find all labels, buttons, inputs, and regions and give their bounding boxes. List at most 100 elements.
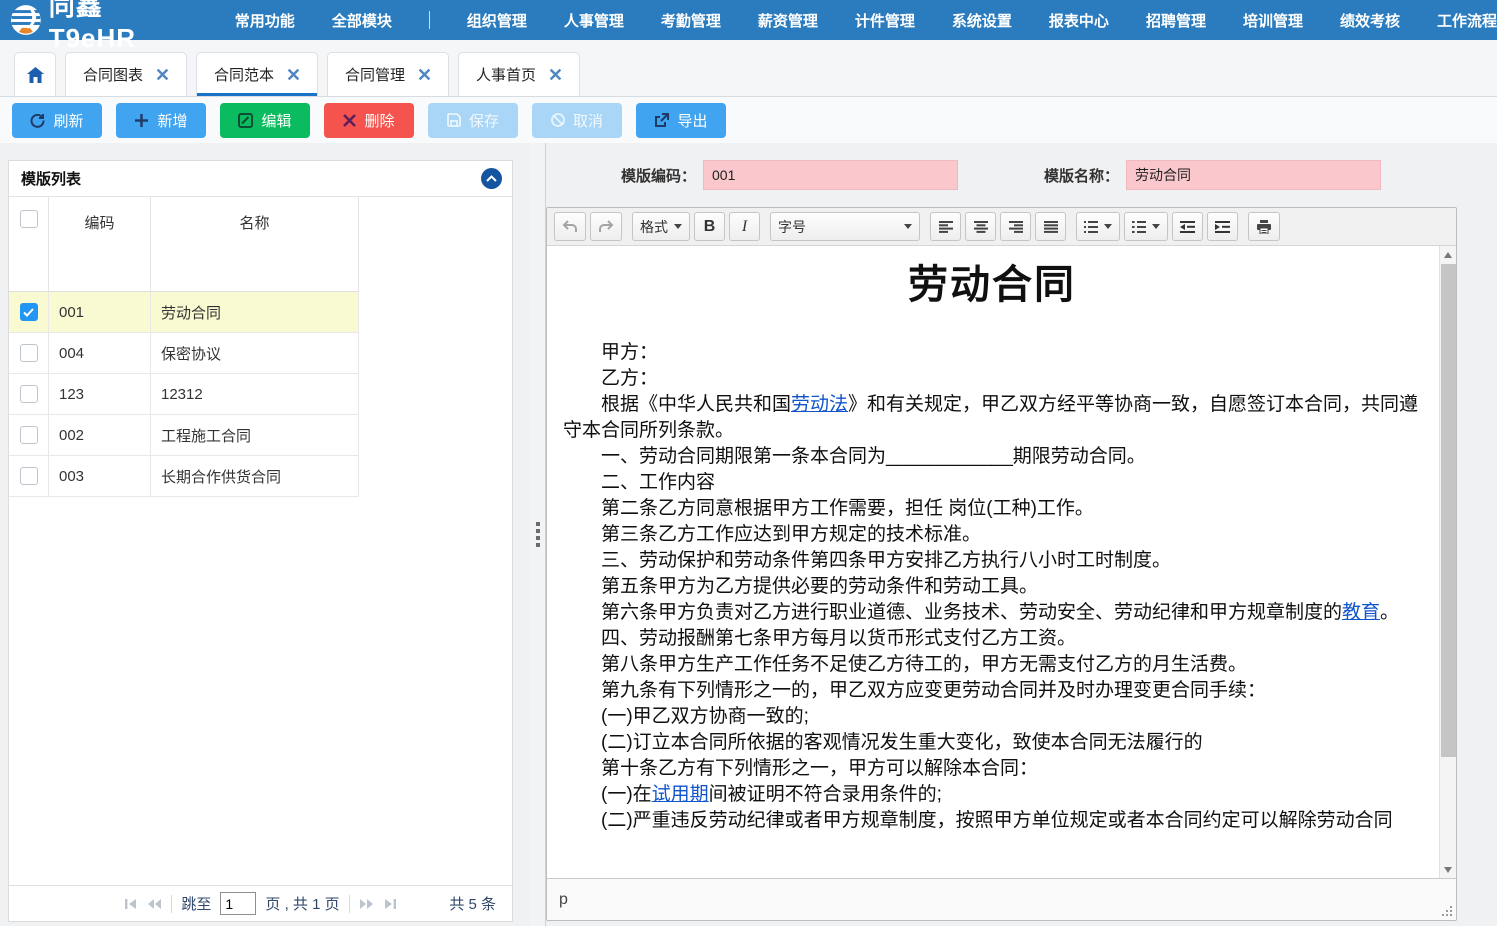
brand-logo[interactable]: 同鑫T9eHR [10, 0, 189, 54]
row-name-cell: 长期合作供货合同 [151, 456, 359, 496]
nav-item-8[interactable]: 报表中心 [1049, 10, 1109, 31]
tab-close-icon[interactable] [418, 68, 431, 81]
outdent-button[interactable] [1172, 212, 1203, 241]
scroll-up-button[interactable] [1440, 246, 1456, 263]
refresh-icon [30, 113, 45, 128]
nav-item-10[interactable]: 培训管理 [1243, 10, 1303, 31]
nav-item-3[interactable]: 人事管理 [564, 10, 624, 31]
plus-icon [134, 113, 149, 128]
nav-item-7[interactable]: 系统设置 [952, 10, 1012, 31]
doc-paragraph: 一、劳动合同期限第一条本合同为____________期限劳动合同。 [563, 444, 1421, 470]
bullet-list-button[interactable] [1076, 212, 1120, 241]
check-icon [23, 308, 34, 317]
resize-grip-icon[interactable] [1441, 905, 1452, 916]
doc-paragraph: 第六条甲方负责对乙方进行职业道德、业务技术、劳动安全、劳动纪律和甲方规章制度的教… [563, 600, 1421, 626]
nav-item-9[interactable]: 招聘管理 [1146, 10, 1206, 31]
editor-content-area[interactable]: 劳动合同 甲方：乙方：根据《中华人民共和国劳动法》和有关规定，甲乙双方经平等协商… [547, 246, 1456, 878]
row-checkbox[interactable] [20, 303, 38, 321]
tab-home[interactable] [14, 52, 56, 96]
edit-button[interactable]: 编辑 [220, 103, 310, 138]
align-center-button[interactable] [965, 212, 996, 241]
fontsize-dropdown[interactable]: 字号 [770, 212, 920, 241]
panel-splitter[interactable] [530, 143, 546, 926]
scroll-down-button[interactable] [1440, 861, 1456, 878]
cancel-button[interactable]: 取消 [532, 103, 622, 138]
table-row[interactable]: 001劳动合同 [9, 292, 359, 333]
table-row[interactable]: 002工程施工合同 [9, 415, 359, 456]
template-code-field[interactable] [703, 160, 958, 190]
triangle-down-icon [1444, 867, 1452, 873]
nav-item-6[interactable]: 计件管理 [855, 10, 915, 31]
document-body[interactable]: 劳动合同 甲方：乙方：根据《中华人民共和国劳动法》和有关规定，甲乙双方经平等协商… [547, 246, 1439, 878]
chevron-down-icon [1152, 224, 1160, 229]
tab-close-icon[interactable] [156, 68, 169, 81]
table-row[interactable]: 003长期合作供货合同 [9, 456, 359, 497]
save-icon [447, 113, 461, 127]
action-toolbar: 刷新 新增 编辑 删除 保存 [0, 97, 1497, 143]
nav-item-2[interactable]: 组织管理 [467, 10, 527, 31]
align-right-button[interactable] [1000, 212, 1031, 241]
page-number-input[interactable] [220, 892, 256, 915]
tab-close-icon[interactable] [287, 68, 300, 81]
tab-合同范本[interactable]: 合同范本 [196, 52, 318, 96]
export-button[interactable]: 导出 [636, 103, 726, 138]
nav-item-4[interactable]: 考勤管理 [661, 10, 721, 31]
collapse-panel-button[interactable] [481, 168, 502, 189]
nav-item-12[interactable]: 工作流程 [1437, 10, 1497, 31]
row-name-cell: 劳动合同 [151, 292, 359, 332]
doc-link[interactable]: 劳动法 [791, 394, 848, 415]
nav-item-11[interactable]: 绩效考核 [1340, 10, 1400, 31]
first-page-icon[interactable] [124, 898, 138, 910]
save-button[interactable]: 保存 [428, 103, 518, 138]
doc-paragraph: 根据《中华人民共和国劳动法》和有关规定，甲乙双方经平等协商一致，自愿签订本合同，… [563, 392, 1421, 444]
italic-button[interactable]: I [729, 212, 760, 241]
nav-item-0[interactable]: 常用功能 [235, 10, 295, 31]
element-path-label: p [559, 891, 568, 909]
last-page-icon[interactable] [383, 898, 397, 910]
align-left-button[interactable] [930, 212, 961, 241]
format-dropdown[interactable]: 格式 [632, 212, 690, 241]
row-checkbox[interactable] [20, 344, 38, 362]
doc-link[interactable]: 教育 [1342, 602, 1380, 623]
column-header-code[interactable]: 编码 [49, 197, 151, 291]
panel-header: 模版列表 [9, 161, 512, 197]
numbered-list-icon [1132, 221, 1146, 233]
numbered-list-button[interactable] [1124, 212, 1168, 241]
table-row[interactable]: 004保密协议 [9, 333, 359, 374]
tab-合同图表[interactable]: 合同图表 [65, 52, 187, 96]
column-header-name[interactable]: 名称 [151, 197, 359, 291]
doc-link[interactable]: 试用期 [652, 784, 709, 805]
brand-name: 同鑫T9eHR [49, 0, 189, 54]
scrollbar-thumb[interactable] [1441, 264, 1456, 757]
tab-close-icon[interactable] [549, 68, 562, 81]
tab-人事首页[interactable]: 人事首页 [458, 52, 580, 96]
bold-button[interactable]: B [694, 212, 725, 241]
undo-button[interactable] [554, 212, 586, 241]
editor-status-bar: p [547, 878, 1456, 920]
table-row[interactable]: 12312312 [9, 374, 359, 415]
undo-icon [562, 220, 578, 233]
next-page-icon[interactable] [359, 898, 374, 910]
editor-scrollbar[interactable] [1439, 246, 1456, 878]
nav-item-1[interactable]: 全部模块 [332, 10, 392, 31]
row-checkbox[interactable] [20, 467, 38, 485]
row-checkbox[interactable] [20, 385, 38, 403]
indent-button[interactable] [1207, 212, 1238, 241]
select-all-checkbox[interactable] [20, 210, 38, 228]
nav-item-5[interactable]: 薪资管理 [758, 10, 818, 31]
template-name-field[interactable] [1126, 160, 1381, 190]
redo-button[interactable] [590, 212, 622, 241]
add-button[interactable]: 新增 [116, 103, 206, 138]
doc-paragraph: 第十条乙方有下列情形之一，甲方可以解除本合同： [563, 756, 1421, 782]
doc-paragraph: (一)甲乙双方协商一致的; [563, 704, 1421, 730]
prev-page-icon[interactable] [147, 898, 162, 910]
align-justify-button[interactable] [1035, 212, 1066, 241]
refresh-button[interactable]: 刷新 [12, 103, 102, 138]
row-checkbox[interactable] [20, 426, 38, 444]
delete-button[interactable]: 删除 [324, 103, 414, 138]
tab-合同管理[interactable]: 合同管理 [327, 52, 449, 96]
delete-x-icon [343, 114, 356, 127]
print-button[interactable] [1248, 212, 1280, 241]
template-editor-panel: 模版编码： 模版名称： [546, 143, 1497, 926]
doc-paragraph: 第二条乙方同意根据甲方工作需要，担任 岗位(工种)工作。 [563, 496, 1421, 522]
